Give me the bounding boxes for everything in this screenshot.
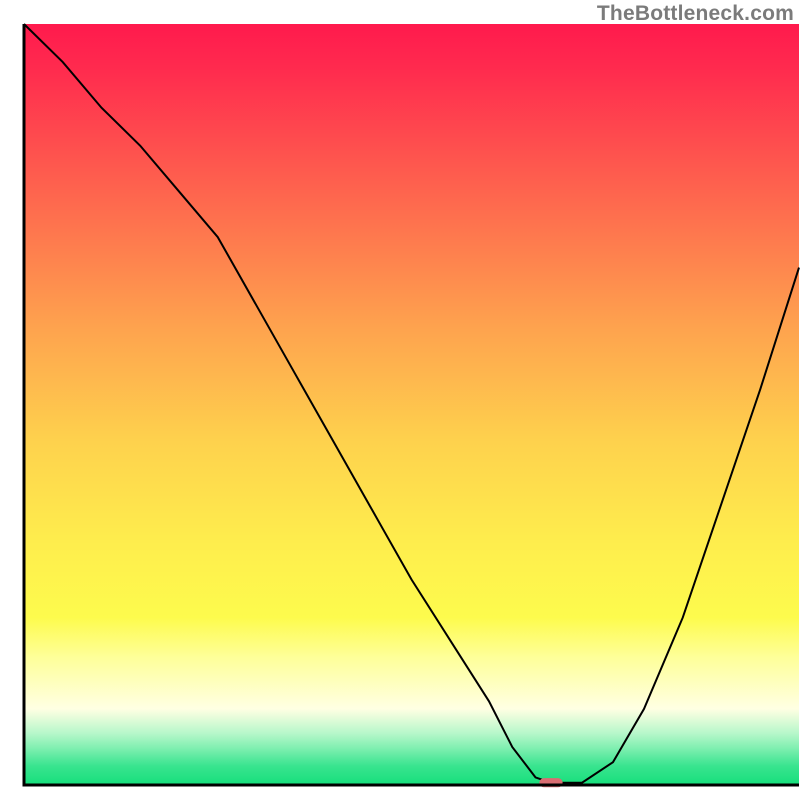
chart-background — [24, 24, 799, 785]
chart-stage: TheBottleneck.com — [0, 0, 800, 800]
bottleneck-chart — [0, 0, 800, 800]
watermark-label: TheBottleneck.com — [597, 2, 794, 26]
